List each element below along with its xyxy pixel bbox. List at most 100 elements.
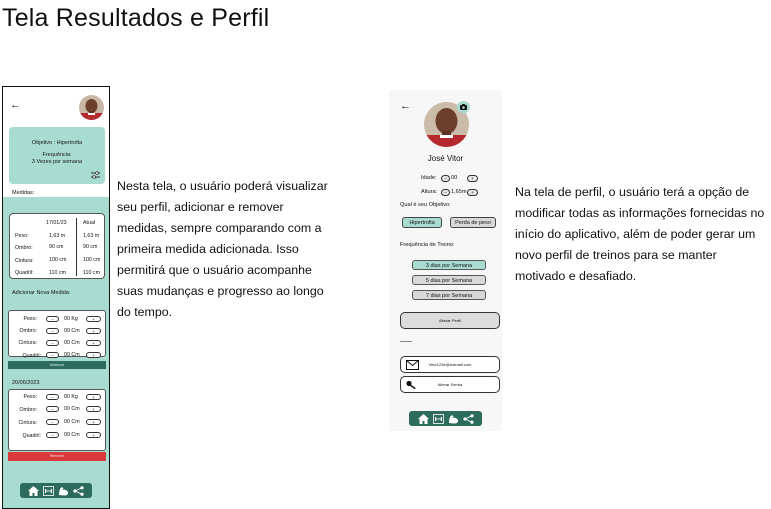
freq-option-5[interactable]: 5 dias por Semana	[412, 275, 486, 285]
arrow-left-icon[interactable]: ←	[10, 100, 21, 111]
value: 00	[64, 352, 70, 358]
results-description: Nesta tela, o usuário poderá visualizar …	[117, 179, 328, 319]
hist-label-peso: Peso:	[23, 394, 37, 400]
row-label-cintura: Cintura:	[15, 258, 34, 264]
arrow-left-icon[interactable]: ←	[400, 101, 411, 112]
minus-button[interactable]: −	[46, 406, 59, 412]
value: 00	[64, 328, 70, 334]
cell-ombro-first: 90 cm	[49, 244, 64, 250]
value: 00	[64, 394, 70, 400]
change-profile-button[interactable]: Alterar Perfil	[400, 312, 500, 329]
hist-value-peso: 00 Kg	[64, 394, 78, 400]
plus-button[interactable]: +	[86, 316, 101, 322]
col-header-current: Atual	[83, 220, 96, 226]
freq-option-3[interactable]: 3 dias por Semana	[412, 260, 486, 270]
cell-peso-current: 1,63 m	[83, 233, 100, 239]
plus-button[interactable]: +	[86, 432, 101, 438]
add-label-ombro: Ombro:	[19, 328, 37, 334]
goal-card: Objetivo : Hipertrofia Frequência: 3 Vez…	[9, 127, 105, 184]
plus-button[interactable]: +	[86, 328, 101, 334]
email-field[interactable]: Vitor123e@hotmail.com	[400, 356, 500, 373]
age-value: 00	[451, 175, 458, 181]
change-password-label: Alterar Senha	[437, 382, 463, 387]
plus-button[interactable]: +	[86, 406, 101, 412]
bottom-nav	[409, 411, 482, 426]
home-icon[interactable]	[417, 413, 429, 425]
unit: Cm	[71, 432, 80, 438]
goal-frequency-value: 3 Vezes por semana	[31, 159, 83, 165]
plus-button[interactable]: +	[86, 352, 101, 358]
age-minus-button[interactable]: −	[441, 175, 450, 182]
profile-description: Na tela de perfil, o usuário terá a opçã…	[515, 185, 765, 283]
divider	[400, 341, 412, 342]
cell-cintura-current: 100 cm	[83, 257, 101, 263]
add-measure-form: Peso: − 00 Kg + Ombro: − 00 Cm + Cintura…	[8, 310, 106, 359]
minus-button[interactable]: −	[46, 340, 59, 346]
height-minus-button[interactable]: −	[441, 189, 450, 196]
plus-button[interactable]: +	[86, 394, 101, 400]
share-icon[interactable]	[462, 413, 474, 425]
minus-button[interactable]: −	[46, 328, 59, 334]
minus-button[interactable]: −	[46, 432, 59, 438]
change-password-button[interactable]: Alterar Senha	[400, 376, 500, 393]
value: 00	[64, 432, 70, 438]
col-header-first: 17/01/23	[46, 220, 67, 226]
sliders-icon[interactable]	[91, 171, 100, 179]
envelope-icon	[406, 360, 419, 370]
hist-value-quadril: 00 Cm	[64, 432, 80, 438]
goal-objective: Objetivo : Hipertrofia	[31, 140, 83, 146]
goal-question: Qual é seu Objetivo:	[400, 202, 451, 208]
history-date: 20/06/2023	[12, 380, 40, 386]
measures-label: Medidas:	[12, 190, 35, 196]
freq-option-7[interactable]: 7 dias por Semana	[412, 290, 486, 300]
remove-button[interactable]: Remover	[8, 452, 106, 461]
plus-button[interactable]: +	[86, 419, 101, 425]
add-label-cintura: Cintura:	[18, 340, 37, 346]
page-title: Tela Resultados e Perfil	[2, 4, 270, 32]
minus-button[interactable]: −	[46, 419, 59, 425]
value: 00	[64, 316, 70, 322]
avatar[interactable]	[79, 95, 104, 120]
home-icon[interactable]	[28, 485, 40, 497]
minus-button[interactable]: −	[46, 316, 59, 322]
row-label-quadril: Quadril:	[15, 270, 34, 276]
camera-icon[interactable]	[457, 101, 470, 113]
row-label-ombro: Ombro:	[15, 245, 33, 251]
history-measure-card: Peso: − 00 Kg + Ombro: − 00 Cm + Cintura…	[8, 389, 106, 451]
results-screen: ← Objetivo : Hipertrofia Frequência: 3 V…	[2, 86, 110, 509]
height-plus-button[interactable]: +	[467, 189, 478, 196]
plus-button[interactable]: +	[86, 340, 101, 346]
row-label-peso: Peso:	[15, 233, 29, 239]
dumbbell-icon[interactable]	[43, 485, 55, 497]
cell-quadril-first: 110 cm	[49, 270, 66, 276]
cell-ombro-current: 90 cm	[83, 244, 98, 250]
hist-label-cintura: Cintura:	[18, 420, 37, 426]
value: 00	[64, 419, 70, 425]
add-measure-label: Adicionar Nova Medida:	[12, 290, 71, 296]
hist-value-cintura: 00 Cm	[64, 419, 80, 425]
unit: Cm	[71, 352, 80, 358]
age-plus-button[interactable]: +	[467, 175, 478, 182]
goal-option-hypertrophy[interactable]: Hipertrofia	[402, 217, 442, 228]
share-icon[interactable]	[73, 485, 85, 497]
frequency-question: Frequência de Treino:	[400, 242, 455, 248]
add-button[interactable]: Adicionar	[8, 361, 106, 369]
cell-peso-first: 1,63 m	[49, 233, 66, 239]
minus-button[interactable]: −	[46, 352, 59, 358]
bottom-nav	[20, 483, 92, 498]
key-icon	[406, 380, 416, 390]
add-value-ombro: 00 Cm	[64, 328, 80, 334]
unit: Cm	[71, 340, 80, 346]
goal-option-weight-loss[interactable]: Perda de peso	[450, 217, 496, 228]
cell-quadril-current: 110 cm	[83, 270, 100, 276]
profile-name: José Vitor	[427, 154, 464, 163]
height-label: Altura:	[421, 189, 438, 195]
unit: Kg	[71, 394, 78, 400]
email-value: Vitor123e@hotmail.com	[428, 362, 472, 367]
flexed-arm-icon[interactable]	[58, 485, 70, 497]
minus-button[interactable]: −	[46, 394, 59, 400]
unit: Cm	[71, 419, 80, 425]
value: 00	[64, 406, 70, 412]
dumbbell-icon[interactable]	[432, 413, 444, 425]
flexed-arm-icon[interactable]	[447, 413, 459, 425]
